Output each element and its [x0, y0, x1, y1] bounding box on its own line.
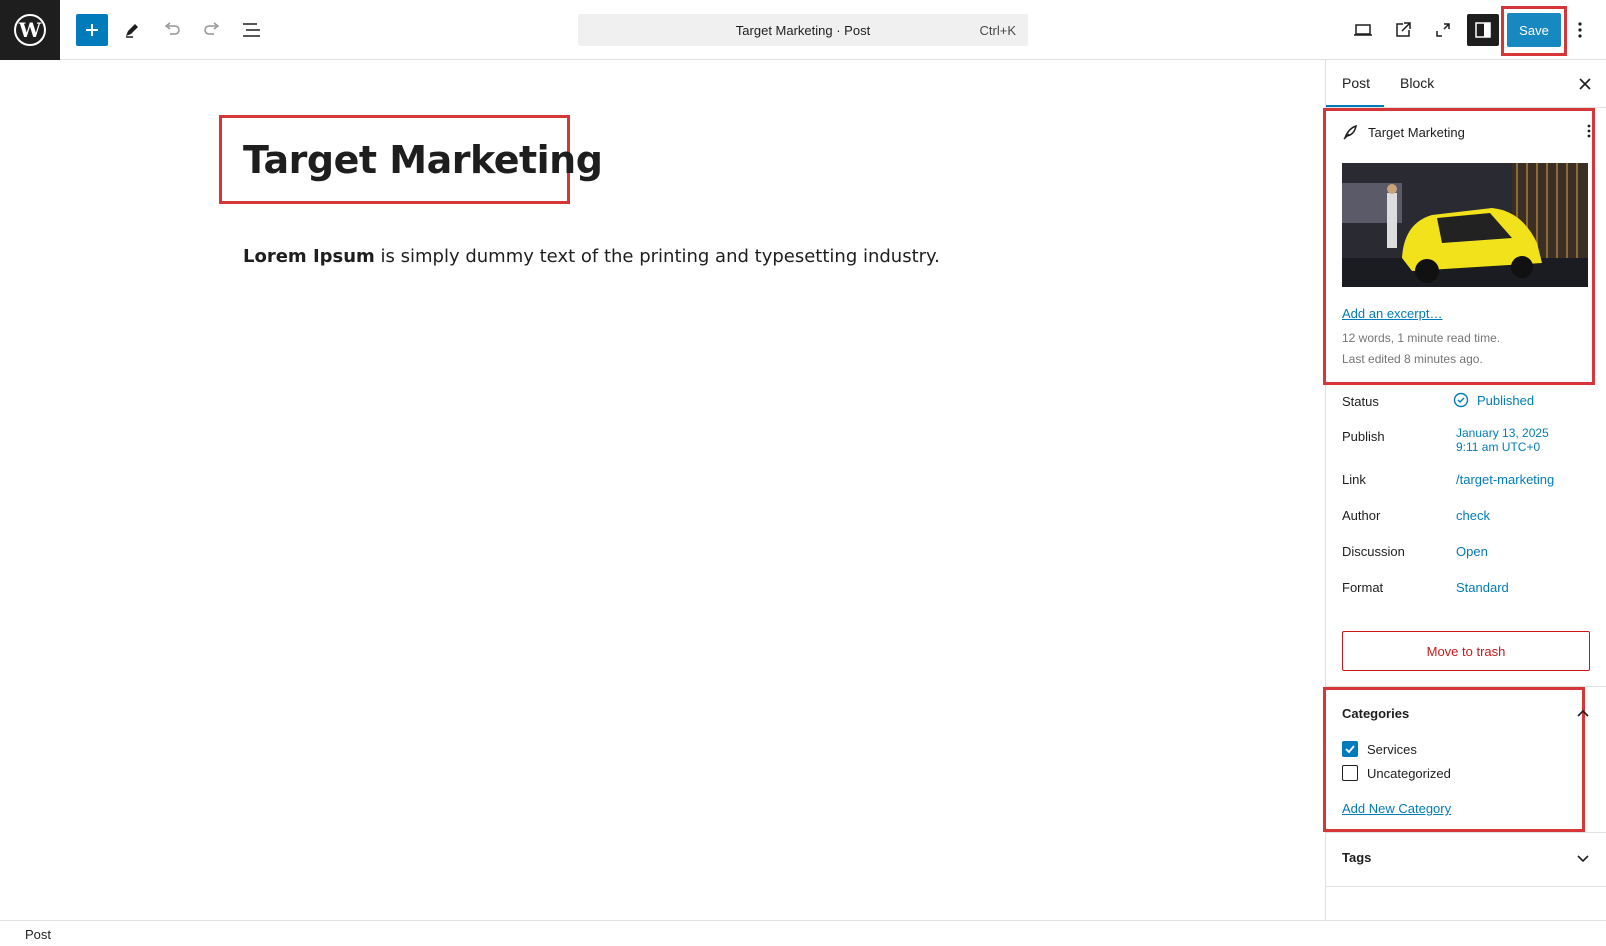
add-new-category-link[interactable]: Add New Category [1342, 801, 1451, 816]
uncategorized-checkbox[interactable] [1342, 765, 1358, 781]
sidebar-icon [1475, 22, 1491, 38]
close-icon [1579, 78, 1591, 90]
chevron-down-icon[interactable] [1576, 851, 1590, 865]
add-excerpt-link[interactable]: Add an excerpt… [1342, 306, 1442, 321]
divider [1326, 832, 1606, 833]
published-check-icon [1453, 392, 1469, 408]
fullscreen-button[interactable] [1427, 14, 1459, 46]
undo-icon [164, 22, 180, 35]
editor-footer: Post [0, 920, 1606, 946]
author-value[interactable]: check [1456, 508, 1490, 523]
discussion-value[interactable]: Open [1456, 544, 1488, 559]
svg-text:W: W [18, 18, 42, 42]
preview-button[interactable] [1347, 14, 1379, 46]
author-label: Author [1342, 508, 1381, 523]
move-to-trash-button[interactable]: Move to trash [1342, 631, 1590, 671]
redo-button[interactable] [196, 14, 228, 46]
publish-label: Publish [1342, 429, 1385, 444]
shortcut-hint: Ctrl+K [979, 23, 1016, 38]
services-label: Services [1367, 741, 1417, 757]
paragraph-bold-text: Lorem Ipsum [243, 246, 375, 267]
word-count: 12 words, 1 minute read time. [1342, 331, 1501, 345]
categories-panel-title[interactable]: Categories [1342, 706, 1409, 721]
more-vertical-icon [1587, 124, 1591, 138]
active-tab-indicator [1326, 105, 1384, 107]
document-title: Target Marketing · Post [735, 23, 871, 38]
last-edited: Last edited 8 minutes ago. [1342, 352, 1483, 366]
undo-button[interactable] [156, 14, 188, 46]
list-view-icon [243, 23, 260, 37]
chevron-up-icon[interactable] [1576, 707, 1590, 721]
post-card-title: Target Marketing [1368, 124, 1465, 140]
status-value-button[interactable]: Published [1453, 392, 1534, 408]
publish-date: January 13, 2025 [1456, 426, 1549, 440]
more-vertical-icon [1578, 22, 1582, 38]
editor-header: W Target Marketing · Post Ctrl+K Save [0, 0, 1606, 60]
sidebar-tabs: Post Block [1326, 60, 1606, 108]
publish-date-button[interactable]: January 13, 2025 9:11 am UTC+0 [1456, 426, 1549, 454]
car-photo [1342, 163, 1588, 287]
close-sidebar-button[interactable] [1573, 72, 1597, 96]
laptop-icon [1354, 24, 1372, 36]
wordpress-logo-icon[interactable]: W [0, 0, 60, 60]
link-label: Link [1342, 472, 1366, 487]
post-card-header: Target Marketing [1342, 124, 1465, 140]
discussion-label: Discussion [1342, 544, 1405, 559]
plus-icon [86, 24, 98, 36]
divider [1326, 886, 1606, 887]
view-post-button[interactable] [1387, 14, 1419, 46]
status-value: Published [1477, 392, 1535, 408]
tab-block[interactable]: Block [1400, 75, 1434, 91]
paragraph-block[interactable]: Lorem Ipsum is simply dummy text of the … [243, 246, 940, 267]
add-block-button[interactable] [76, 14, 108, 46]
format-value[interactable]: Standard [1456, 580, 1509, 595]
editor-canvas[interactable]: Target Marketing Lorem Ipsum is simply d… [0, 60, 1325, 920]
pencil-icon [126, 24, 138, 38]
checkmark-icon [1345, 745, 1355, 754]
services-checkbox[interactable] [1342, 741, 1358, 757]
category-item-uncategorized[interactable]: Uncategorized [1342, 765, 1451, 781]
redo-icon [204, 22, 220, 35]
save-button[interactable]: Save [1507, 13, 1561, 47]
tags-panel-title[interactable]: Tags [1342, 850, 1371, 865]
post-title[interactable]: Target Marketing [243, 138, 603, 182]
featured-image[interactable] [1342, 163, 1588, 287]
feather-icon [1343, 124, 1357, 140]
settings-sidebar-toggle[interactable] [1467, 14, 1499, 46]
breadcrumb[interactable]: Post [25, 927, 51, 942]
options-menu-button[interactable] [1565, 14, 1595, 46]
category-item-services[interactable]: Services [1342, 741, 1417, 757]
external-link-icon [1396, 22, 1411, 37]
uncategorized-label: Uncategorized [1367, 765, 1451, 781]
fullscreen-icon [1436, 23, 1450, 37]
tab-post[interactable]: Post [1342, 75, 1370, 91]
status-label: Status [1342, 394, 1379, 409]
settings-sidebar: Post Block Target Marketing Add an excer… [1323, 60, 1606, 920]
permalink-value[interactable]: /target-marketing [1456, 472, 1554, 487]
format-label: Format [1342, 580, 1384, 595]
publish-time: 9:11 am UTC+0 [1456, 440, 1541, 454]
paragraph-text: is simply dummy text of the printing and… [374, 246, 940, 267]
post-actions-button[interactable] [1586, 123, 1592, 144]
tools-button[interactable] [116, 14, 148, 46]
document-overview-button[interactable] [236, 14, 268, 46]
command-palette-bar[interactable]: Target Marketing · Post Ctrl+K [578, 14, 1028, 46]
